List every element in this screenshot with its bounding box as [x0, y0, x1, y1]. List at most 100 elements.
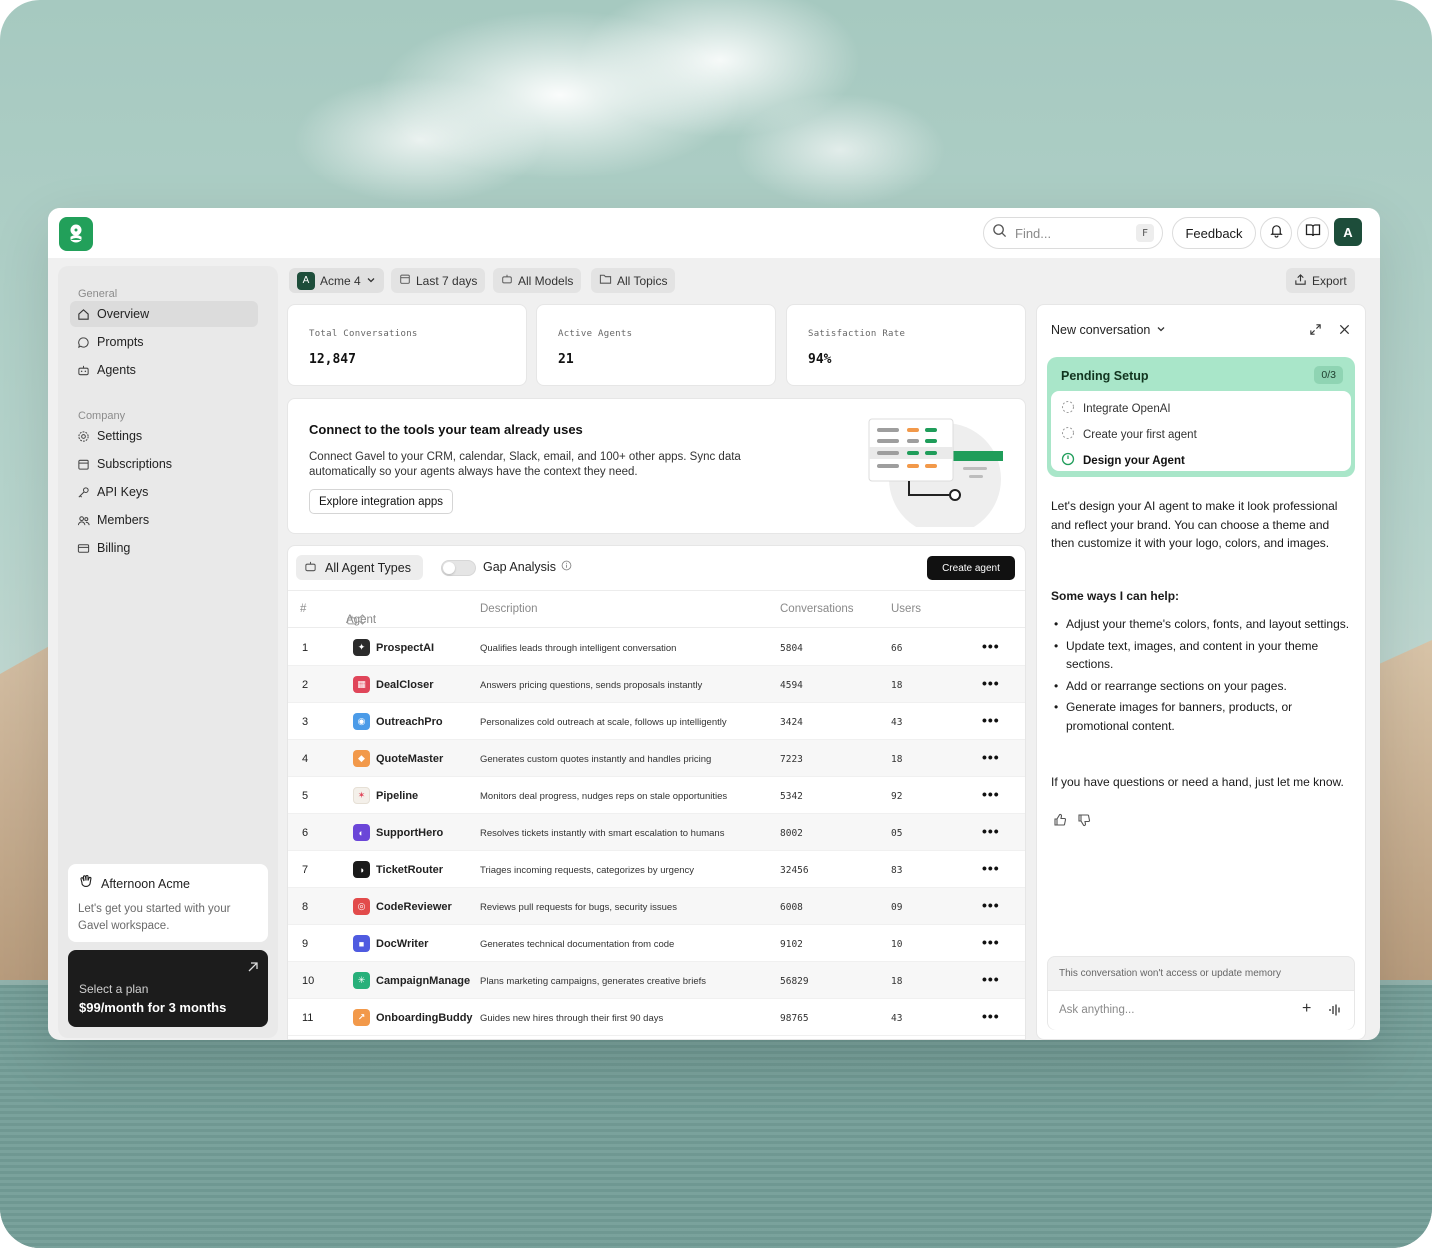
more-options-icon[interactable]: •••: [982, 1008, 1000, 1024]
agent-name-cell[interactable]: ◎ CodeReviewer: [353, 898, 452, 915]
workspace-select[interactable]: A Acme 4: [289, 268, 384, 293]
gavel-logo-icon[interactable]: [59, 217, 93, 251]
agent-name-cell[interactable]: ▦ DealCloser: [353, 676, 433, 693]
sidebar-section-company: Company: [78, 410, 126, 422]
agent-name-cell[interactable]: ◆ QuoteMaster: [353, 750, 443, 767]
row-number: 1: [302, 642, 309, 654]
agent-type-label: All Agent Types: [325, 560, 411, 575]
more-options-icon[interactable]: •••: [982, 712, 1000, 728]
stat-card-total-conversations: Total Conversations 12,847: [287, 304, 527, 386]
more-options-icon[interactable]: •••: [982, 934, 1000, 950]
integration-illustration: [868, 418, 1003, 527]
agent-users: 43: [891, 1013, 903, 1024]
search-input[interactable]: Find... F: [983, 217, 1163, 249]
search-placeholder: Find...: [1015, 225, 1052, 241]
help-item: Adjust your theme's colors, fonts, and l…: [1051, 615, 1355, 634]
table-row[interactable]: 1 ✦ ProspectAI Qualifies leads through inte…: [288, 629, 1025, 666]
info-icon[interactable]: [561, 560, 572, 574]
agent-name-cell[interactable]: ✦ ProspectAI: [353, 639, 434, 656]
sidebar-section-general: General: [78, 288, 118, 300]
sidebar-item-settings[interactable]: Settings: [70, 423, 258, 449]
topics-filter[interactable]: All Topics: [591, 268, 676, 293]
sidebar-item-prompts[interactable]: Prompts: [70, 329, 258, 355]
setup-item-create-agent[interactable]: Create your first agent: [1061, 426, 1197, 443]
sidebar-item-overview[interactable]: Overview: [70, 301, 258, 327]
stat-label: Active Agents: [558, 329, 633, 339]
more-options-icon[interactable]: •••: [982, 823, 1000, 839]
more-options-icon[interactable]: •••: [982, 638, 1000, 654]
notifications-button[interactable]: [1260, 217, 1292, 249]
sort-icon[interactable]: [358, 614, 367, 628]
agent-name-cell[interactable]: ◑ TicketRouter: [353, 861, 443, 878]
agent-description: Personalizes cold outreach at scale, fol…: [480, 717, 727, 728]
agent-avatar-icon: ■: [353, 935, 370, 952]
table-row[interactable]: 9 ■ DocWriter Generates technical documenta…: [288, 925, 1025, 962]
table-row[interactable]: 5 ✶ Pipeline Monitors deal progress, nudges…: [288, 777, 1025, 814]
agent-conversations: 32456: [780, 865, 809, 876]
stat-value: 12,847: [309, 352, 356, 367]
sidebar-item-agents[interactable]: Agents: [70, 357, 258, 383]
table-row[interactable]: 6 ◐ SupportHero Resolves tickets instantly …: [288, 814, 1025, 851]
more-options-icon[interactable]: •••: [982, 971, 1000, 987]
more-options-icon[interactable]: •••: [982, 749, 1000, 765]
more-options-icon[interactable]: •••: [982, 897, 1000, 913]
feedback-actions: [1053, 813, 1091, 832]
agent-type-filter[interactable]: All Agent Types: [296, 555, 423, 580]
agent-name-cell[interactable]: ✳ CampaignManage: [353, 972, 470, 989]
more-options-icon[interactable]: •••: [982, 786, 1000, 802]
more-options-icon[interactable]: •••: [982, 675, 1000, 691]
agent-name-cell[interactable]: ■ DocWriter: [353, 935, 428, 952]
voice-waveform-icon[interactable]: [1328, 1003, 1342, 1022]
sidebar-item-members[interactable]: Members: [70, 507, 258, 533]
sidebar-item-billing[interactable]: Billing: [70, 535, 258, 561]
close-icon[interactable]: [1338, 323, 1351, 341]
agent-name-cell[interactable]: ✶ Pipeline: [353, 787, 418, 804]
agent-description: Resolves tickets instantly with smart es…: [480, 828, 725, 839]
agent-avatar-icon: ↗: [353, 1009, 370, 1026]
agent-name-cell[interactable]: ↗ OnboardingBuddy: [353, 1009, 473, 1026]
calendar-icon: [399, 273, 411, 288]
feedback-button[interactable]: Feedback: [1172, 217, 1256, 249]
agent-users: 43: [891, 717, 903, 728]
explore-integrations-button[interactable]: Explore integration apps: [309, 489, 454, 514]
date-range-filter[interactable]: Last 7 days: [391, 268, 486, 293]
table-row[interactable]: 4 ◆ QuoteMaster Generates custom quotes ins…: [288, 740, 1025, 777]
chat-input[interactable]: Ask anything... +: [1048, 990, 1354, 1030]
column-header-num: #: [300, 603, 307, 615]
expand-icon[interactable]: [1309, 323, 1322, 341]
more-options-icon[interactable]: •••: [982, 860, 1000, 876]
docs-button[interactable]: [1297, 217, 1329, 249]
panel-controls: [1309, 323, 1351, 341]
agent-name-cell[interactable]: ◐ SupportHero: [353, 824, 443, 841]
conversation-selector[interactable]: New conversation: [1051, 323, 1166, 337]
table-row[interactable]: 7 ◑ TicketRouter Triages incoming requests,…: [288, 851, 1025, 888]
user-avatar[interactable]: A: [1334, 218, 1362, 246]
agents-table-panel: All Agent Types Gap Analysis Create agen…: [287, 545, 1026, 1040]
gap-analysis-toggle[interactable]: [441, 560, 476, 576]
topics-label: All Topics: [617, 273, 668, 288]
thumbs-down-icon[interactable]: [1077, 813, 1091, 832]
table-row[interactable]: 3 ◉ OutreachPro Personalizes cold outreach …: [288, 703, 1025, 740]
table-row[interactable]: 2 ▦ DealCloser Answers pricing questions, s…: [288, 666, 1025, 703]
thumbs-up-icon[interactable]: [1053, 813, 1067, 832]
sidebar-item-api-keys[interactable]: API Keys: [70, 479, 258, 505]
agent-name-cell[interactable]: ◉ OutreachPro: [353, 713, 443, 730]
sidebar: General Overview Prompts Agents Company …: [58, 266, 278, 1038]
setup-item-integrate-openai[interactable]: Integrate OpenAI: [1061, 400, 1171, 417]
agent-users: 10: [891, 939, 903, 950]
export-button[interactable]: Export: [1286, 268, 1355, 293]
setup-checklist: Integrate OpenAI Create your first agent…: [1051, 391, 1351, 471]
sidebar-item-subscriptions[interactable]: Subscriptions: [70, 451, 258, 477]
table-row[interactable]: 11 ↗ OnboardingBuddy Guides new hires throu…: [288, 999, 1025, 1036]
table-toolbar: All Agent Types Gap Analysis Create agen…: [288, 546, 1025, 591]
models-filter[interactable]: All Models: [493, 268, 582, 293]
table-row[interactable]: 10 ✳ CampaignManage Plans marketing campaig…: [288, 962, 1025, 999]
create-agent-button[interactable]: Create agent: [927, 556, 1015, 580]
row-number: 5: [302, 790, 309, 802]
table-row[interactable]: 8 ◎ CodeReviewer Reviews pull requests for …: [288, 888, 1025, 925]
select-plan-card[interactable]: Select a plan $99/month for 3 months: [68, 950, 268, 1027]
setup-item-design-agent[interactable]: Design your Agent: [1061, 452, 1185, 469]
setup-item-label: Create your first agent: [1083, 428, 1197, 441]
plus-icon[interactable]: +: [1302, 1000, 1311, 1018]
wave-hand-icon: [78, 874, 94, 893]
